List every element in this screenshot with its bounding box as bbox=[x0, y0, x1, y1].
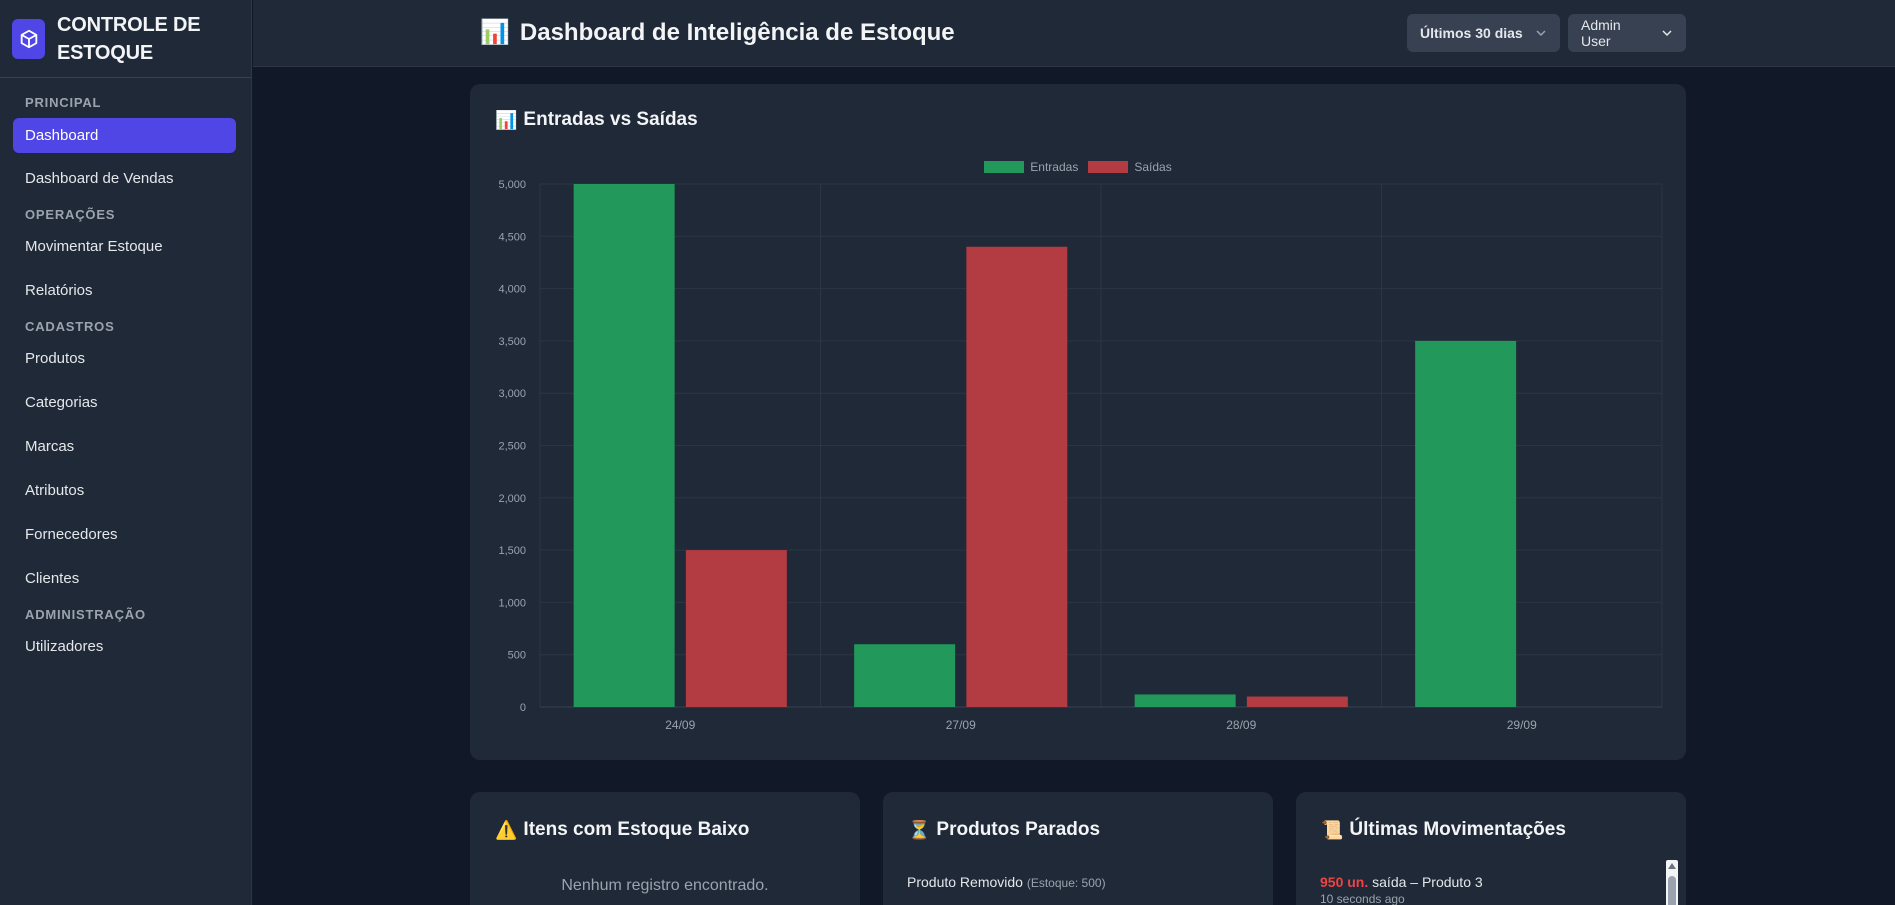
bar-entradas bbox=[854, 644, 956, 707]
brand-title-line2: ESTOQUE bbox=[57, 41, 154, 64]
stalled-products-card: ⏳ Produtos Parados Produto Removido (Est… bbox=[883, 792, 1273, 905]
page-title-text: Dashboard de Inteligência de Estoque bbox=[519, 18, 955, 46]
movement-quantity: 950 un. bbox=[1320, 874, 1369, 890]
sidebar-item-movimentar-estoque[interactable]: Movimentar Estoque bbox=[13, 229, 236, 264]
chart-legend: Entradas Saídas bbox=[470, 160, 1686, 174]
sidebar-item-dashboard[interactable]: Dashboard bbox=[13, 118, 236, 153]
bar-chart: 0 500 1,000 1,500 2,000 2,500 3,000 3,500 4,000 4… bbox=[498, 179, 1663, 732]
y-tick-label: 3,000 bbox=[498, 388, 526, 400]
stalled-products-title: ⏳ Produtos Parados bbox=[908, 819, 1100, 841]
top-bar: 📊 Dashboard de Inteligência de Estoque Ú… bbox=[253, 0, 1895, 67]
brand: CONTROLE DE ESTOQUE bbox=[0, 0, 251, 78]
bar-saidas bbox=[1246, 696, 1348, 707]
chart-card-title-text: Entradas vs Saídas bbox=[523, 109, 698, 130]
legend-swatch-entradas bbox=[984, 161, 1025, 173]
sidebar-item-dashboard-vendas[interactable]: Dashboard de Vendas bbox=[13, 161, 236, 196]
stalled-product-name: Produto Removido bbox=[907, 874, 1023, 890]
chart-card-title: 📊 Entradas vs Saídas bbox=[495, 109, 698, 131]
entries-vs-exits-card: 📊 Entradas vs Saídas Entradas Saídas 0 50… bbox=[470, 84, 1686, 760]
x-tick-label: 28/09 bbox=[1226, 718, 1256, 732]
movement-description: saída – Produto 3 bbox=[1368, 874, 1483, 890]
y-tick-label: 1,000 bbox=[498, 597, 526, 609]
section-label-principal: PRINCIPAL bbox=[25, 95, 102, 110]
y-tick-label: 3,500 bbox=[498, 336, 526, 348]
page-title: 📊 Dashboard de Inteligência de Estoque bbox=[480, 18, 955, 47]
low-stock-title: ⚠️ Itens com Estoque Baixo bbox=[495, 819, 749, 841]
legend-swatch-saidas bbox=[1088, 161, 1129, 173]
bar-entradas bbox=[1134, 694, 1236, 707]
bar-entradas bbox=[573, 184, 675, 707]
warning-icon: ⚠️ bbox=[495, 819, 518, 840]
scroll-icon: 📜 bbox=[1321, 819, 1344, 840]
low-stock-empty-message: Nenhum registro encontrado. bbox=[561, 877, 769, 894]
section-label-cadastros: CADASTROS bbox=[25, 319, 115, 334]
legend-item-saidas[interactable]: Saídas bbox=[1088, 160, 1172, 174]
bar-chart-icon: 📊 bbox=[480, 19, 510, 46]
stalled-products-title-text: Produtos Parados bbox=[936, 819, 1101, 840]
recent-movements-title-text: Últimas Movimentações bbox=[1349, 819, 1566, 840]
y-tick-label: 500 bbox=[508, 650, 526, 662]
x-tick-label: 27/09 bbox=[946, 718, 976, 732]
recent-movements-card: 📜 Últimas Movimentações 950 un. saída – … bbox=[1296, 792, 1686, 905]
sidebar-item-categorias[interactable]: Categorias bbox=[13, 385, 236, 420]
sidebar-item-relatorios[interactable]: Relatórios bbox=[13, 273, 236, 308]
low-stock-title-text: Itens com Estoque Baixo bbox=[523, 819, 750, 840]
sidebar-item-utilizadores[interactable]: Utilizadores bbox=[13, 629, 236, 664]
bar-saidas bbox=[966, 246, 1068, 707]
legend-label-saidas: Saídas bbox=[1134, 160, 1172, 174]
y-tick-label: 5,000 bbox=[498, 179, 526, 191]
period-select-label: Últimos 30 dias bbox=[1420, 25, 1523, 41]
list-item: Produto Removido (Estoque: 500) bbox=[907, 874, 1106, 890]
chevron-down-icon bbox=[1535, 27, 1547, 39]
sidebar-item-fornecedores[interactable]: Fornecedores bbox=[13, 517, 236, 552]
y-tick-label: 4,500 bbox=[498, 231, 526, 243]
x-tick-label: 24/09 bbox=[665, 718, 695, 732]
movements-scrollbar[interactable] bbox=[1666, 860, 1678, 905]
period-select[interactable]: Últimos 30 dias bbox=[1407, 14, 1560, 52]
scrollbar-thumb[interactable] bbox=[1668, 876, 1676, 905]
hourglass-icon: ⏳ bbox=[908, 819, 931, 840]
scroll-up-icon[interactable] bbox=[1668, 863, 1676, 869]
bar-entradas bbox=[1415, 340, 1517, 707]
movement-timestamp: 10 seconds ago bbox=[1320, 892, 1405, 905]
section-label-administracao: ADMINISTRAÇÃO bbox=[25, 607, 146, 622]
sidebar: CONTROLE DE ESTOQUE PRINCIPAL Dashboard … bbox=[0, 0, 252, 905]
sidebar-item-clientes[interactable]: Clientes bbox=[13, 561, 236, 596]
brand-title: CONTROLE DE ESTOQUE bbox=[57, 11, 201, 67]
sidebar-item-marcas[interactable]: Marcas bbox=[13, 429, 236, 464]
bar-chart-icon: 📊 bbox=[495, 109, 518, 130]
sidebar-item-produtos[interactable]: Produtos bbox=[13, 341, 236, 376]
low-stock-card: ⚠️ Itens com Estoque Baixo Nenhum regist… bbox=[470, 792, 860, 905]
y-tick-label: 2,000 bbox=[498, 493, 526, 505]
box-logo-icon bbox=[12, 18, 45, 59]
y-tick-label: 1,500 bbox=[498, 545, 526, 557]
stalled-product-stock: (Estoque: 500) bbox=[1026, 876, 1106, 890]
section-label-operacoes: OPERAÇÕES bbox=[25, 207, 116, 222]
y-tick-label: 4,000 bbox=[498, 284, 526, 296]
list-item: 950 un. saída – Produto 3 bbox=[1320, 874, 1483, 890]
x-tick-label: 29/09 bbox=[1507, 718, 1537, 732]
brand-title-line1: CONTROLE DE bbox=[57, 13, 201, 36]
bar-saidas bbox=[685, 550, 787, 707]
user-menu-button[interactable]: Admin User bbox=[1568, 14, 1686, 52]
sidebar-item-atributos[interactable]: Atributos bbox=[13, 473, 236, 508]
chevron-down-icon bbox=[1661, 27, 1673, 39]
legend-item-entradas[interactable]: Entradas bbox=[984, 160, 1078, 174]
recent-movements-title: 📜 Últimas Movimentações bbox=[1321, 819, 1566, 841]
y-tick-label: 0 bbox=[520, 702, 526, 714]
legend-label-entradas: Entradas bbox=[1030, 160, 1079, 174]
user-menu-label: Admin User bbox=[1581, 17, 1621, 49]
y-tick-label: 2,500 bbox=[498, 441, 526, 453]
